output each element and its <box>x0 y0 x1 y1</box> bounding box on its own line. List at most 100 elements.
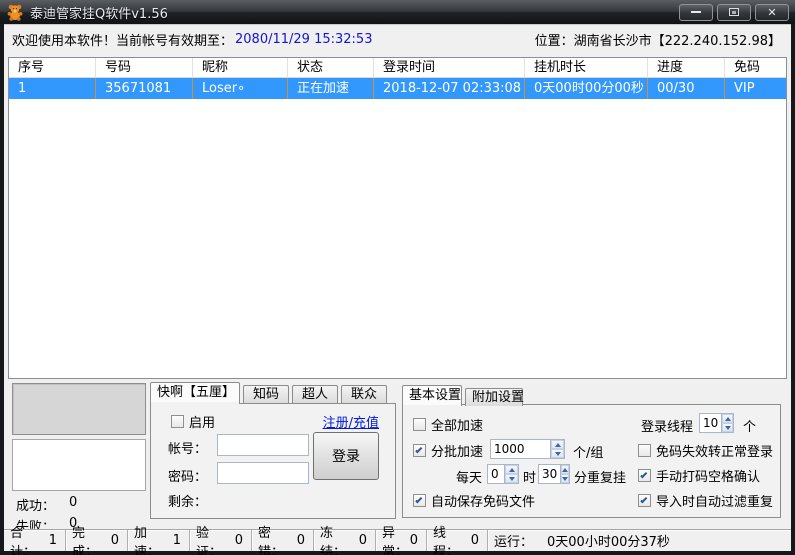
account-label: 帐号： <box>168 438 207 457</box>
status-value: 1 <box>49 533 57 548</box>
status-value: 0 <box>235 533 243 548</box>
password-label: 密码： <box>168 466 207 485</box>
status-completed: 完成：0 <box>66 530 128 551</box>
status-threads: 线程：0 <box>427 530 488 551</box>
spinner-up-icon[interactable] <box>561 465 569 474</box>
cell-login-time: 2018-12-07 02:33:08 <box>374 78 525 99</box>
stepper-buttons <box>721 414 733 432</box>
remaining-label: 剩余： <box>168 491 207 510</box>
close-button[interactable]: ✕ <box>755 4 789 21</box>
status-label: 冻结： <box>320 522 359 555</box>
stepper-buttons <box>504 465 518 483</box>
status-label: 线程： <box>433 522 471 555</box>
maximize-button[interactable] <box>717 4 751 21</box>
spinner-down-icon[interactable] <box>722 423 733 432</box>
enable-checkbox-row[interactable]: 启用 <box>171 412 215 431</box>
location-label: 位置： <box>535 34 574 49</box>
login-threads-stepper[interactable]: 10 <box>699 413 734 433</box>
spinner-down-icon[interactable] <box>505 474 518 483</box>
batch-unit-label: 个/组 <box>573 442 603 461</box>
column-header-index[interactable]: 序号 <box>9 58 96 77</box>
stepper-buttons <box>560 465 569 483</box>
daily-minute-stepper[interactable]: 30 <box>538 464 570 484</box>
check-icon <box>415 446 422 453</box>
spinner-down-icon[interactable] <box>551 449 564 458</box>
batch-size-stepper[interactable]: 1000 <box>490 439 565 459</box>
tab-lianzhong[interactable]: 联众 <box>341 385 387 403</box>
table-header: 序号 号码 昵称 状态 登录时间 挂机时长 进度 免码 <box>9 58 786 78</box>
check-icon <box>640 471 647 478</box>
register-recharge-link[interactable]: 注册/充值 <box>323 412 379 431</box>
mianma-fallback-label: 免码失效转正常登录 <box>656 441 773 460</box>
client-area: 欢迎使用本软件！当前帐号有效期至： 2080/11/29 15:32:53 位置… <box>4 24 791 551</box>
status-label: 异常： <box>382 522 410 555</box>
batch-accelerate-checkbox[interactable] <box>413 444 426 457</box>
spinner-up-icon[interactable] <box>551 440 564 449</box>
status-total: 合计：1 <box>4 530 66 551</box>
cell-status: 正在加速 <box>288 78 374 99</box>
mianma-fallback-row[interactable]: 免码失效转正常登录 <box>638 441 773 460</box>
location-value: 湖南省长沙市【222.240.152.98】 <box>574 34 781 49</box>
settings-panel: 全部加速 登录线程 10 个 分批加速 1000 个/组 免码失效转正常登录 每… <box>402 404 781 518</box>
accelerate-all-checkbox[interactable] <box>413 418 426 431</box>
success-counter: 成功： 0 <box>16 495 77 514</box>
captcha-answer-box[interactable] <box>12 439 146 491</box>
login-button[interactable]: 登录 <box>313 432 379 480</box>
captcha-image-box <box>12 383 146 435</box>
column-header-mianma[interactable]: 免码 <box>725 58 786 77</box>
enable-label: 启用 <box>189 412 215 431</box>
status-label: 运行： <box>494 531 533 550</box>
column-header-progress[interactable]: 进度 <box>648 58 725 77</box>
table-row[interactable]: 1 35671081 Loser∘ 正在加速 2018-12-07 02:33:… <box>9 78 786 99</box>
manual-confirm-row[interactable]: 手动打码空格确认 <box>638 466 760 485</box>
title-bar[interactable]: 泰迪管家挂Q软件v1.56 ✕ <box>0 0 795 24</box>
spinner-up-icon[interactable] <box>722 414 733 423</box>
tab-zhima[interactable]: 知码 <box>243 385 289 403</box>
filter-duplicates-label: 导入时自动过滤重复 <box>656 491 773 510</box>
enable-checkbox[interactable] <box>171 415 184 428</box>
status-label: 验证： <box>196 522 235 555</box>
column-header-nickname[interactable]: 昵称 <box>193 58 288 77</box>
tab-chaoren[interactable]: 超人 <box>292 385 338 403</box>
batch-accelerate-label: 分批加速 <box>431 441 483 460</box>
status-frozen: 冻结：0 <box>314 530 376 551</box>
spinner-down-icon[interactable] <box>561 474 569 483</box>
account-input[interactable] <box>217 434 309 456</box>
manual-confirm-checkbox[interactable] <box>638 469 651 482</box>
threads-unit-label: 个 <box>743 416 756 435</box>
stepper-buttons <box>550 440 564 458</box>
spinner-up-icon[interactable] <box>505 465 518 474</box>
tab-extra-settings[interactable]: 附加设置 <box>465 388 523 406</box>
accelerate-all-label: 全部加速 <box>431 415 483 434</box>
status-value: 0 <box>111 533 119 548</box>
welcome-text: 欢迎使用本软件！当前帐号有效期至： <box>12 30 233 49</box>
captcha-tabstrip: 快啊【五厘】 知码 超人 联众 <box>150 382 387 403</box>
column-header-number[interactable]: 号码 <box>96 58 193 77</box>
info-bar: 欢迎使用本软件！当前帐号有效期至： 2080/11/29 15:32:53 位置… <box>4 25 791 53</box>
auto-save-label: 自动保存免码文件 <box>431 491 535 510</box>
filter-duplicates-row[interactable]: 导入时自动过滤重复 <box>638 491 773 510</box>
column-header-hang-duration[interactable]: 挂机时长 <box>525 58 648 77</box>
password-input[interactable] <box>217 462 309 484</box>
batch-accelerate-row[interactable]: 分批加速 <box>413 441 483 460</box>
login-threads-value: 10 <box>700 414 721 432</box>
manual-confirm-label: 手动打码空格确认 <box>656 466 760 485</box>
status-runtime: 运行：0天00小时00分37秒 <box>488 530 791 551</box>
status-label: 完成： <box>72 522 111 555</box>
filter-duplicates-checkbox[interactable] <box>638 494 651 507</box>
daily-minute-value: 30 <box>539 465 560 483</box>
mianma-fallback-checkbox[interactable] <box>638 444 651 457</box>
status-value: 0 <box>297 533 305 548</box>
auto-save-checkbox[interactable] <box>413 494 426 507</box>
column-header-status[interactable]: 状态 <box>288 58 374 77</box>
hour-label: 时 <box>523 467 536 486</box>
auto-save-row[interactable]: 自动保存免码文件 <box>413 491 535 510</box>
column-header-login-time[interactable]: 登录时间 <box>374 58 525 77</box>
status-value: 0 <box>359 533 367 548</box>
accelerate-all-row[interactable]: 全部加速 <box>413 415 483 434</box>
tab-basic-settings[interactable]: 基本设置 <box>402 385 462 406</box>
check-icon <box>640 496 647 503</box>
tab-kuaia[interactable]: 快啊【五厘】 <box>150 382 240 403</box>
minimize-button[interactable] <box>679 4 713 21</box>
daily-hour-stepper[interactable]: 0 <box>487 464 519 484</box>
